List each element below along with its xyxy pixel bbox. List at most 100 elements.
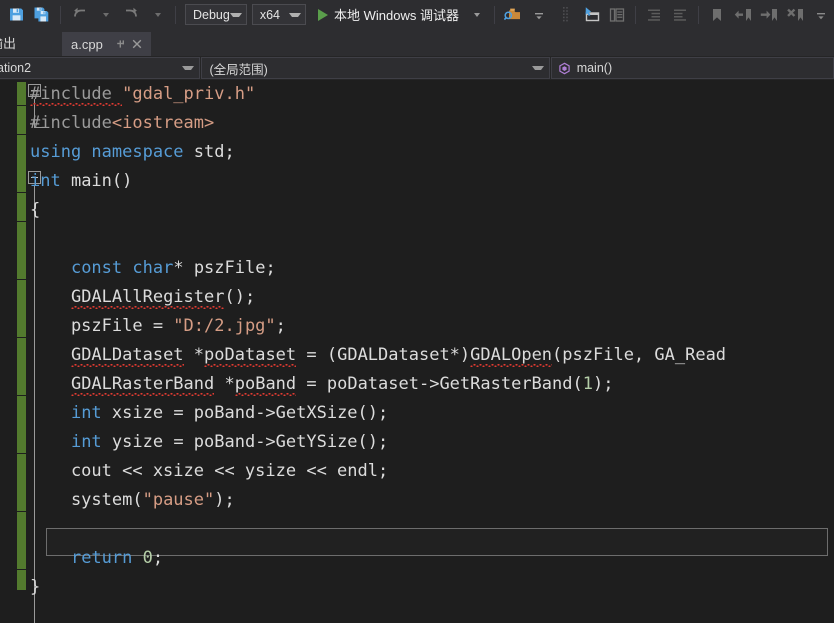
code-line[interactable]: int xsize = poBand->GetXSize(); [30, 399, 726, 428]
method-icon [558, 62, 571, 75]
change-bar-tick [17, 279, 26, 280]
navbar-scope-label: (全局范围) [209, 62, 268, 77]
code-token: "pause" [142, 490, 215, 510]
clear-bookmarks-button[interactable] [783, 3, 807, 27]
toolbar-options-button[interactable] [809, 3, 833, 27]
code-line[interactable] [30, 225, 726, 254]
code-token: "D:/2.jpg" [173, 316, 276, 336]
change-bar-tick [17, 337, 26, 338]
code-token: xsize = poBand->GetXSize(); [101, 403, 389, 423]
undo-dropdown[interactable] [93, 3, 117, 27]
tool-window-tab-label: 输出 [0, 36, 17, 51]
start-debugging-label: 本地 Windows 调试器 [334, 8, 459, 23]
redo-button[interactable] [119, 3, 143, 27]
toggle-window-button[interactable] [579, 3, 603, 27]
code-token: int [70, 432, 102, 452]
code-line[interactable]: } [30, 573, 726, 602]
chevron-down-icon [155, 12, 161, 17]
code-line[interactable]: GDALDataset *poDataset = (GDALDataset*)G… [30, 341, 726, 370]
solution-platform-combo[interactable]: x64 [251, 4, 307, 25]
find-in-files-button[interactable] [501, 3, 525, 27]
code-line[interactable]: system("pause"); [30, 486, 726, 515]
chevron-down-icon [474, 12, 480, 17]
code-line[interactable]: #include "gdal_priv.h" [30, 80, 726, 109]
toggle-bookmark-button[interactable] [705, 3, 729, 27]
save-all-button[interactable] [30, 3, 54, 27]
save-all-icon [33, 6, 52, 23]
navbar-member-combo[interactable]: main() [550, 57, 834, 79]
code-token-error: poBand [234, 374, 297, 394]
code-line[interactable]: GDALRasterBand *poBand = poDataset->GetR… [30, 370, 726, 399]
chevron-down-icon [531, 66, 544, 70]
document-tab-label: a.cpp [71, 36, 103, 52]
code-token: int [30, 171, 61, 191]
properties-window-button[interactable] [605, 3, 629, 27]
change-bar-tick [17, 511, 26, 512]
navbar-project-combo[interactable]: ation2 [0, 57, 200, 79]
code-token: <iostream> [111, 113, 215, 133]
toolbar-separator [494, 5, 495, 24]
code-token: int [70, 403, 102, 423]
pin-icon[interactable] [115, 38, 127, 50]
code-line[interactable]: return 0; [30, 544, 726, 573]
code-token: main() [60, 171, 133, 191]
code-token: { [30, 200, 41, 220]
document-tab-strip: 输出 a.cpp [0, 29, 834, 56]
code-token: char [132, 258, 174, 278]
find-in-files-dropdown[interactable] [527, 3, 551, 27]
save-button[interactable] [4, 3, 28, 27]
redo-icon [123, 6, 140, 23]
chevron-down-icon [229, 12, 242, 17]
play-icon [318, 8, 329, 21]
code-token: cout << xsize << ysize << endl; [30, 461, 389, 481]
code-token-error: GDALOpen [470, 345, 553, 365]
document-tab-a-cpp[interactable]: a.cpp [62, 32, 151, 56]
change-bar-tick [17, 105, 26, 106]
previous-bookmark-button[interactable] [731, 3, 755, 27]
start-debugging-button[interactable]: 本地 Windows 调试器 [312, 3, 463, 27]
solution-configuration-combo[interactable]: Debug [185, 4, 247, 25]
code-text[interactable]: #include "gdal_priv.h" #include<iostream>… [30, 80, 726, 602]
navbar-member-label: main() [576, 61, 613, 75]
code-token: #include [30, 113, 112, 133]
code-line[interactable]: { [30, 196, 726, 225]
solution-configuration-value: Debug [193, 7, 230, 22]
start-debugging-dropdown[interactable] [464, 3, 488, 27]
code-line[interactable]: pszFile = "D:/2.jpg"; [30, 312, 726, 341]
change-indicator-bar [17, 82, 26, 590]
code-line[interactable] [30, 515, 726, 544]
code-token: std [193, 142, 225, 162]
undo-icon [71, 6, 88, 23]
indent-button[interactable] [642, 3, 666, 27]
undo-button[interactable] [67, 3, 91, 27]
code-token: = poDataset->GetRasterBand( [296, 374, 583, 394]
code-line[interactable]: int ysize = poBand->GetYSize(); [30, 428, 726, 457]
next-bookmark-button[interactable] [757, 3, 781, 27]
code-line[interactable]: #include<iostream> [30, 109, 726, 138]
code-line[interactable]: using namespace std; [30, 138, 726, 167]
toolbar-overflow-grip[interactable] [553, 3, 577, 27]
code-token: ; [224, 142, 235, 162]
code-line[interactable]: GDALAllRegister(); [30, 283, 726, 312]
chevron-down-icon [181, 66, 194, 70]
code-token: (); [224, 287, 256, 307]
close-icon[interactable] [131, 38, 143, 50]
code-token: 1 [582, 374, 593, 394]
code-editor[interactable]: #include "gdal_priv.h" #include<iostream>… [0, 80, 834, 623]
code-line[interactable]: const char* pszFile; [30, 254, 726, 283]
navbar-scope-combo[interactable]: (全局范围) [200, 57, 550, 79]
tool-window-tab-output[interactable]: 输出 [0, 29, 24, 56]
outdent-button[interactable] [668, 3, 692, 27]
code-token: (pszFile, GA_Read [552, 345, 727, 365]
code-token: ); [592, 374, 614, 394]
code-token: 0 [142, 548, 153, 568]
code-line[interactable]: cout << xsize << ysize << endl; [30, 457, 726, 486]
code-line[interactable]: int main() [30, 167, 726, 196]
redo-dropdown[interactable] [145, 3, 169, 27]
